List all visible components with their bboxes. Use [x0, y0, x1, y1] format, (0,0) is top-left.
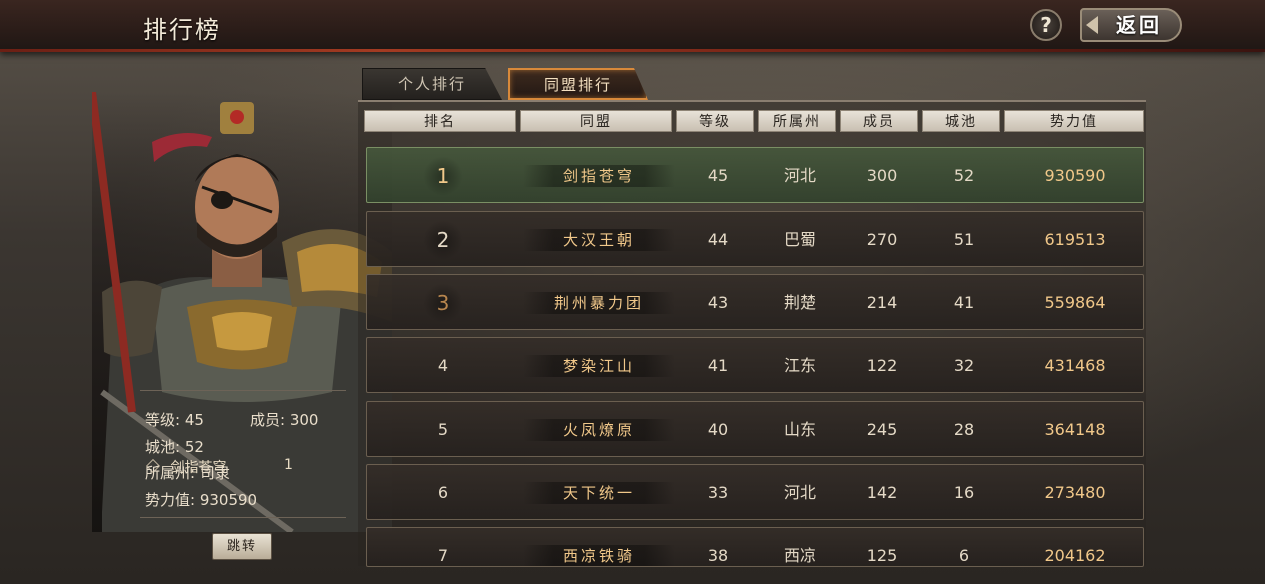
table-row[interactable]: 4 梦染江山 41 江东 122 32 431468 [366, 337, 1144, 393]
row-rank: 3 [436, 291, 450, 315]
column-header-power: 势力值 [1004, 110, 1144, 132]
hero-divider-top [140, 390, 346, 391]
column-header-alliance: 同盟 [520, 110, 672, 132]
row-alliance-name: 天下统一 [562, 484, 635, 502]
row-level: 33 [707, 483, 729, 502]
column-header-level: 等级 [676, 110, 754, 132]
tab-alliance-ranking[interactable]: 同盟排行 [508, 68, 648, 100]
row-state: 河北 [783, 166, 816, 185]
row-alliance-name: 大汉王朝 [562, 231, 635, 249]
row-rank: 4 [437, 356, 449, 375]
hero-cities: 城池: 52 [145, 438, 204, 456]
column-header-cities: 城池 [922, 110, 1000, 132]
row-power: 204162 [1044, 546, 1106, 565]
row-state: 河北 [783, 483, 816, 502]
row-alliance-name: 剑指苍穹 [562, 167, 635, 185]
tab-personal-ranking[interactable]: 个人排行 [362, 68, 502, 100]
row-level: 41 [707, 356, 729, 375]
hero-power: 势力值: 930590 [145, 491, 258, 509]
row-power: 930590 [1044, 166, 1106, 185]
row-members: 270 [866, 230, 898, 249]
row-cities: 16 [953, 483, 975, 502]
row-cities: 6 [958, 546, 970, 565]
table-row[interactable]: 7 西凉铁骑 38 西凉 125 6 204162 [366, 527, 1144, 567]
table-row[interactable]: 6 天下统一 33 河北 142 16 273480 [366, 464, 1144, 520]
row-alliance-name: 梦染江山 [562, 357, 635, 375]
row-state: 荆楚 [783, 293, 816, 312]
row-members: 245 [866, 420, 898, 439]
row-members: 300 [866, 166, 898, 185]
game-screen: 排行榜 ? 返回 剑指苍穹 1 等级: 45 成员: 300 城池: 52 所属… [0, 0, 1265, 584]
row-state: 巴蜀 [783, 230, 816, 249]
row-alliance-name: 火凤燎原 [562, 421, 635, 439]
row-power: 431468 [1044, 356, 1106, 375]
row-rank: 6 [437, 483, 449, 502]
row-state: 山东 [783, 420, 816, 439]
row-power: 364148 [1044, 420, 1106, 439]
top-bar: 排行榜 ? 返回 [0, 0, 1265, 52]
back-button-label: 返回 [1116, 13, 1162, 37]
page-title: 排行榜 [143, 16, 221, 44]
hero-members: 成员: 300 [250, 411, 319, 429]
row-power: 559864 [1044, 293, 1106, 312]
row-alliance-name: 荆州暴力团 [553, 294, 644, 312]
row-power: 619513 [1044, 230, 1106, 249]
table-row[interactable]: 3 荆州暴力团 43 荆楚 214 41 559864 [366, 274, 1144, 330]
question-icon: ? [1040, 13, 1052, 37]
column-header-state: 所属州 [758, 110, 836, 132]
help-button[interactable]: ? [1030, 9, 1062, 41]
row-level: 43 [707, 293, 729, 312]
row-state: 江东 [783, 356, 816, 375]
row-rank: 2 [436, 228, 450, 252]
row-members: 142 [866, 483, 898, 502]
row-cities: 51 [953, 230, 975, 249]
row-rank: 1 [436, 164, 450, 188]
table-row[interactable]: 5 火凤燎原 40 山东 245 28 364148 [366, 401, 1144, 457]
row-cities: 52 [953, 166, 975, 185]
row-members: 214 [866, 293, 898, 312]
row-rank: 7 [437, 546, 449, 565]
row-level: 38 [707, 546, 729, 565]
column-header-rank: 排名 [364, 110, 516, 132]
table-row[interactable]: 2 大汉王朝 44 巴蜀 270 51 619513 [366, 211, 1144, 267]
back-button[interactable]: 返回 [1080, 8, 1182, 42]
table-row[interactable]: 1 剑指苍穹 45 河北 300 52 930590 [366, 147, 1144, 203]
hero-divider-bottom [140, 517, 346, 518]
row-power: 273480 [1044, 483, 1106, 502]
row-alliance-name: 西凉铁骑 [562, 547, 635, 565]
jump-button[interactable]: 跳转 [212, 533, 272, 560]
row-cities: 41 [953, 293, 975, 312]
column-header-members: 成员 [840, 110, 918, 132]
row-rank: 5 [437, 420, 449, 439]
row-level: 45 [707, 166, 729, 185]
row-state: 西凉 [783, 546, 816, 565]
row-level: 40 [707, 420, 729, 439]
back-arrow-icon [1086, 16, 1098, 34]
hero-panel: 剑指苍穹 1 [92, 92, 392, 532]
hero-state: 所属州: 司隶 [145, 464, 230, 482]
row-cities: 28 [953, 420, 975, 439]
hero-level: 等级: 45 [145, 411, 204, 429]
row-level: 44 [707, 230, 729, 249]
hero-rank: 1 [284, 457, 293, 473]
row-members: 125 [866, 546, 898, 565]
row-members: 122 [866, 356, 898, 375]
row-cities: 32 [953, 356, 975, 375]
